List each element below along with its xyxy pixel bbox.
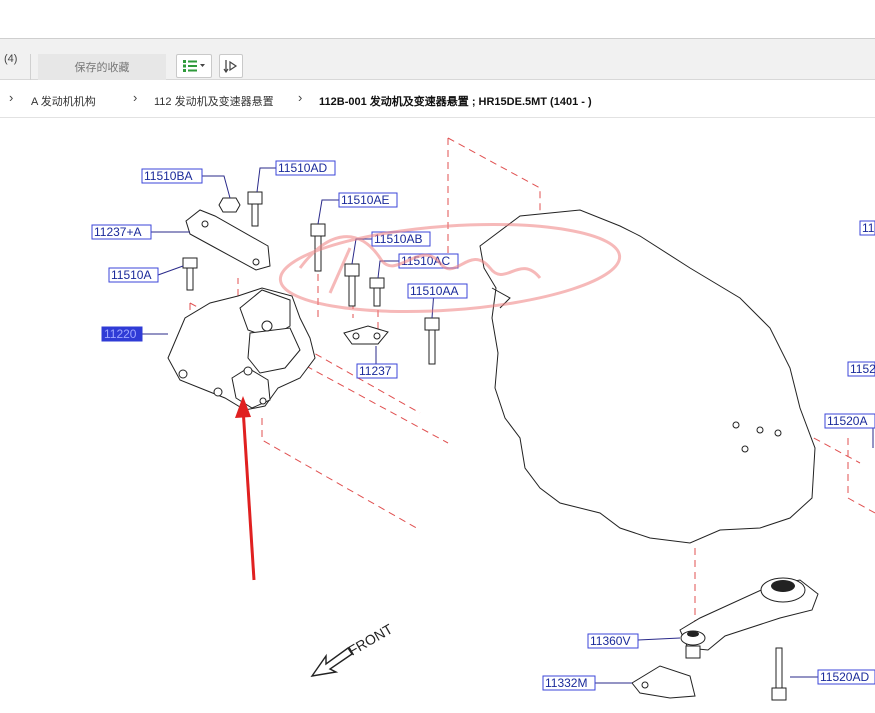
tab-saved-favorites[interactable]: 保存的收藏 xyxy=(38,54,166,80)
svg-text:11520AD: 11520AD xyxy=(820,670,869,684)
part-label-11220[interactable]: 11220 xyxy=(101,326,143,342)
bolt-11510ad[interactable] xyxy=(247,191,263,227)
part-label-cut-right-1[interactable]: 11 xyxy=(859,220,875,236)
chevron-right-icon: › xyxy=(9,90,14,105)
sort-icon xyxy=(223,60,238,73)
bolt-11510ab[interactable] xyxy=(344,263,360,307)
bracket-11332m[interactable] xyxy=(631,665,696,699)
part-label-11360v[interactable]: 11360V xyxy=(587,633,639,649)
parts-diagram: 11510BA 11510AD 11510AE 11237+A 11510AB … xyxy=(0,118,875,708)
svg-text:11220: 11220 xyxy=(104,327,137,341)
svg-text:11510AA: 11510AA xyxy=(410,284,459,298)
svg-text:11360V: 11360V xyxy=(590,634,630,648)
part-label-11237a[interactable]: 11237+A xyxy=(91,224,152,240)
svg-text:11: 11 xyxy=(862,221,875,235)
svg-text:11237: 11237 xyxy=(359,364,392,378)
torque-rod-11360v[interactable] xyxy=(679,577,819,659)
chevron-right-icon: › xyxy=(298,90,303,105)
toolbar: (4) 保存的收藏 xyxy=(0,38,875,80)
nut-11510ba[interactable] xyxy=(218,197,241,213)
svg-text:11510BA: 11510BA xyxy=(144,169,193,183)
engine-block xyxy=(479,209,816,544)
list-icon xyxy=(183,60,205,72)
part-label-11510a[interactable]: 11510A xyxy=(108,267,159,283)
bolt-11510a[interactable] xyxy=(182,257,198,291)
part-label-11520ad[interactable]: 11520AD xyxy=(817,669,875,685)
svg-text:11510AD: 11510AD xyxy=(278,161,327,175)
part-label-cut-right-2[interactable]: 1152 xyxy=(847,361,875,377)
top-blank-area xyxy=(0,0,875,38)
front-label: FRONT xyxy=(346,620,396,658)
part-label-11520a[interactable]: 11520A xyxy=(824,413,875,429)
svg-text:11237+A: 11237+A xyxy=(94,225,142,239)
bracket-11237[interactable] xyxy=(343,325,389,345)
part-label-11237[interactable]: 11237 xyxy=(356,363,398,379)
svg-text:11510A: 11510A xyxy=(111,268,151,282)
svg-text:11332M: 11332M xyxy=(545,676,587,690)
tab-count[interactable]: (4) xyxy=(0,53,30,81)
part-label-11332m[interactable]: 11332M xyxy=(542,675,596,691)
part-label-11510ae[interactable]: 11510AE xyxy=(338,192,398,208)
svg-text:11510AE: 11510AE xyxy=(341,193,390,207)
sort-button[interactable] xyxy=(219,54,243,78)
part-label-11510ba[interactable]: 11510BA xyxy=(141,168,203,184)
exploded-view-svg: 11510BA 11510AD 11510AE 11237+A 11510AB … xyxy=(91,137,875,701)
red-arrow-annotation xyxy=(235,396,256,581)
part-label-11510ad[interactable]: 11510AD xyxy=(275,160,336,176)
breadcrumb: › A 发动机机构 › 112 发动机及变速器悬置 › 112B-001 发动机… xyxy=(0,80,875,118)
breadcrumb-item-2[interactable]: 112 发动机及变速器悬置 xyxy=(154,93,274,109)
chevron-right-icon: › xyxy=(133,90,138,105)
bolt-11510aa[interactable] xyxy=(424,317,440,365)
front-direction-indicator: FRONT xyxy=(310,620,396,677)
part-label-11510aa[interactable]: 11510AA xyxy=(407,283,468,299)
svg-text:1152: 1152 xyxy=(850,362,875,376)
bolt-11520ad[interactable] xyxy=(771,647,787,701)
breadcrumb-item-1[interactable]: A 发动机机构 xyxy=(31,93,96,109)
list-view-button[interactable] xyxy=(176,54,212,78)
bolt-11510ac[interactable] xyxy=(369,277,385,307)
breadcrumb-item-current: 112B-001 发动机及变速器悬置 ; HR15DE.5MT (1401 - … xyxy=(319,96,592,108)
svg-text:11520A: 11520A xyxy=(827,414,867,428)
tab-separator xyxy=(30,54,31,80)
